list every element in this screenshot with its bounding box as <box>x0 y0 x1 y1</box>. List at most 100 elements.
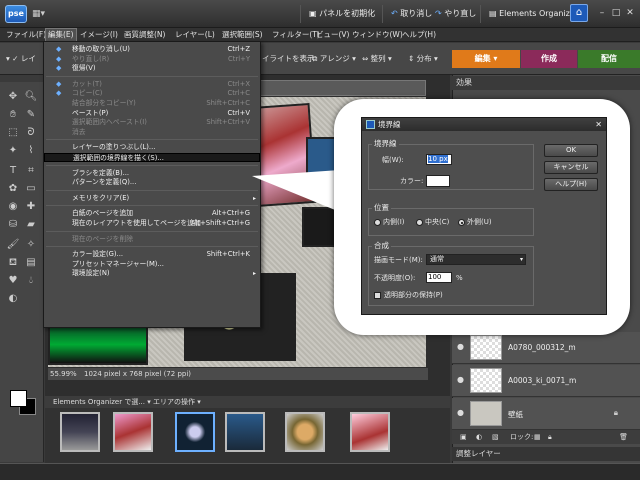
menu-item[interactable]: ◆ 復帰(V) <box>44 64 260 73</box>
visibility-eye-icon[interactable]: ● <box>457 342 464 351</box>
bin-source-select[interactable]: Elements Organizer で選... ▾ <box>53 396 151 408</box>
blend-mode-select[interactable]: 通常 ▾ <box>426 254 526 265</box>
minimize-icon[interactable]: – <box>596 6 608 20</box>
menu-item[interactable]: 現在のレイアウトを使用してページを追加 Alt+Shift+Ctrl+G <box>44 219 260 228</box>
menu-edit[interactable]: 編集(E) <box>45 28 77 42</box>
menu-layer[interactable]: レイヤー(L) <box>175 29 215 41</box>
maximize-icon[interactable]: □ <box>610 6 622 20</box>
shape-tool-icon[interactable]: ♥ <box>4 272 22 289</box>
reset-panels-button[interactable]: ▣ パネルを初期化 <box>306 6 378 22</box>
width-input[interactable]: 10 px <box>426 154 452 165</box>
menu-item[interactable]: パターンを定義(Q)... <box>44 178 260 187</box>
smart-brush-icon[interactable]: ✧ <box>22 236 40 253</box>
sponge-tool-icon[interactable]: ◐ <box>4 290 22 307</box>
blur-tool-icon[interactable]: 💧︎ <box>22 272 40 289</box>
selection-brush-icon[interactable]: ⌇ <box>22 142 40 159</box>
menu-item[interactable]: 選択範囲内へペースト(I) Shift+Ctrl+V <box>44 118 260 127</box>
tab-create[interactable]: 作成 <box>521 50 577 68</box>
clone-stamp-icon[interactable]: ⛁ <box>4 216 22 233</box>
menu-item[interactable]: メモリをクリア(E) ▸ <box>44 194 260 203</box>
type-tool-icon[interactable]: T <box>4 162 22 179</box>
new-layer-icon[interactable]: ▣ <box>460 430 467 444</box>
paint-bucket-icon[interactable]: ⛾ <box>4 254 22 271</box>
menu-item[interactable]: 環境設定(N) ▸ <box>44 269 260 278</box>
bin-thumb[interactable] <box>113 412 153 452</box>
gradient-tool-icon[interactable]: ▤ <box>22 254 40 271</box>
move-tool-option-icon[interactable]: ▾ ✓ レイ <box>6 53 36 64</box>
bin-thumb[interactable] <box>175 412 215 452</box>
eraser-tool-icon[interactable]: ▰ <box>22 216 40 233</box>
marquee-tool-icon[interactable]: ⬚ <box>4 124 22 141</box>
tab-edit[interactable]: 編集 ▾ <box>452 50 520 68</box>
magic-wand-tool-icon[interactable]: ✦ <box>4 142 22 159</box>
straighten-tool-icon[interactable]: ▭ <box>22 180 40 197</box>
bin-thumb[interactable] <box>225 412 265 452</box>
menu-window[interactable]: ウィンドウ(W) <box>352 29 403 41</box>
trash-icon[interactable]: 🗑︎ <box>619 430 628 444</box>
move-tool-icon[interactable]: ✥ <box>4 88 22 105</box>
bin-thumb[interactable] <box>350 412 390 452</box>
position-inside-radio[interactable] <box>374 219 381 226</box>
layer-row[interactable]: ● A0780_000312_m <box>452 332 640 364</box>
dialog-close-icon[interactable]: ✕ <box>595 118 602 131</box>
brush-tool-icon[interactable]: 🖌︎ <box>4 236 22 253</box>
lasso-tool-icon[interactable]: ᘐ <box>22 124 40 141</box>
menu-select[interactable]: 選択範囲(S) <box>222 29 263 41</box>
undo-button[interactable]: ↶ 取り消し <box>388 6 435 22</box>
preserve-transparency-checkbox[interactable] <box>374 292 381 299</box>
menu-item[interactable]: ◆ コピー(C) Ctrl+C <box>44 89 260 98</box>
tab-share[interactable]: 配信 <box>578 50 640 68</box>
cookie-cutter-icon[interactable]: ✿ <box>4 180 22 197</box>
menu-item[interactable]: 消去 <box>44 128 260 137</box>
distribute-option[interactable]: ⇕ 分布 ▾ <box>408 53 438 64</box>
align-option[interactable]: ⇔ 整列 ▾ <box>362 53 392 64</box>
zoom-tool-icon[interactable]: 🔍︎ <box>22 88 40 105</box>
layer-row[interactable]: ● 壁紙 🔒︎ <box>452 398 640 430</box>
menu-view[interactable]: ビュー(V) <box>316 29 349 41</box>
red-eye-tool-icon[interactable]: ◉ <box>4 198 22 215</box>
foreground-color-swatch[interactable] <box>10 390 27 407</box>
layout-menu-icon[interactable]: ▦▾ <box>32 6 54 22</box>
menu-filter[interactable]: フィルター(T) <box>272 29 320 41</box>
menu-image[interactable]: イメージ(I) <box>80 29 118 41</box>
mask-icon[interactable]: ▧ <box>492 430 499 444</box>
menu-item[interactable]: レイヤーの塗りつぶし(L)... <box>44 143 260 152</box>
bin-thumb[interactable] <box>285 412 325 452</box>
lock-all-icon[interactable]: 🔒︎ <box>548 430 552 444</box>
menu-item[interactable]: プリセットマネージャー(M)... <box>44 260 260 269</box>
menu-item[interactable]: 白紙のページを追加 Alt+Ctrl+G <box>44 209 260 218</box>
menu-item[interactable]: カラー設定(G)... Shift+Ctrl+K <box>44 250 260 259</box>
bin-actions-menu[interactable]: エリアの操作 ▾ <box>153 396 201 408</box>
menu-help[interactable]: ヘルプ(H) <box>402 29 436 41</box>
stroke-color-swatch[interactable] <box>426 175 450 187</box>
menu-item[interactable]: 選択範囲の境界線を描く(S)... <box>44 153 260 162</box>
menu-item[interactable]: ブラシを定義(B)... <box>44 169 260 178</box>
arrange-option[interactable]: ⧉ アレンジ ▾ <box>312 53 356 64</box>
ok-button[interactable]: OK <box>544 144 598 157</box>
visibility-eye-icon[interactable]: ● <box>457 375 464 384</box>
redo-button[interactable]: ↷ やり直し <box>432 6 479 22</box>
close-icon[interactable]: ✕ <box>624 6 636 20</box>
layer-row[interactable]: ● A0003_ki_0071_m <box>452 365 640 397</box>
cancel-button[interactable]: キャンセル <box>544 161 598 174</box>
menu-item[interactable]: ◆ カット(T) Ctrl+X <box>44 80 260 89</box>
menu-item[interactable]: 結合部分をコピー(Y) Shift+Ctrl+C <box>44 99 260 108</box>
menu-file[interactable]: ファイル(F) <box>6 29 46 41</box>
eyedropper-tool-icon[interactable]: ✎ <box>22 106 40 123</box>
help-button[interactable]: ヘルプ(H) <box>544 178 598 191</box>
menu-item[interactable]: 現在のページを削除 <box>44 235 260 244</box>
lock-transparent-icon[interactable]: ▦ <box>534 430 541 444</box>
menu-enhance[interactable]: 画質調整(N) <box>124 29 165 41</box>
organizer-button[interactable]: ▤ Elements Organizer <box>486 6 581 22</box>
crop-tool-icon[interactable]: ⌗ <box>22 162 40 179</box>
visibility-eye-icon[interactable]: ● <box>457 408 464 417</box>
home-icon[interactable]: ⌂ <box>570 4 588 22</box>
adjustment-layer-icon[interactable]: ◐ <box>476 430 482 444</box>
hand-tool-icon[interactable]: ✋︎ <box>4 106 22 123</box>
position-center-radio[interactable] <box>416 219 423 226</box>
menu-item[interactable]: ◆ 移動の取り消し(U) Ctrl+Z <box>44 45 260 54</box>
menu-item[interactable]: ◆ やり直し(R) Ctrl+Y <box>44 55 260 64</box>
healing-brush-icon[interactable]: ✚ <box>22 198 40 215</box>
position-outside-radio[interactable] <box>458 219 465 226</box>
menu-item[interactable]: ペースト(P) Ctrl+V <box>44 109 260 118</box>
